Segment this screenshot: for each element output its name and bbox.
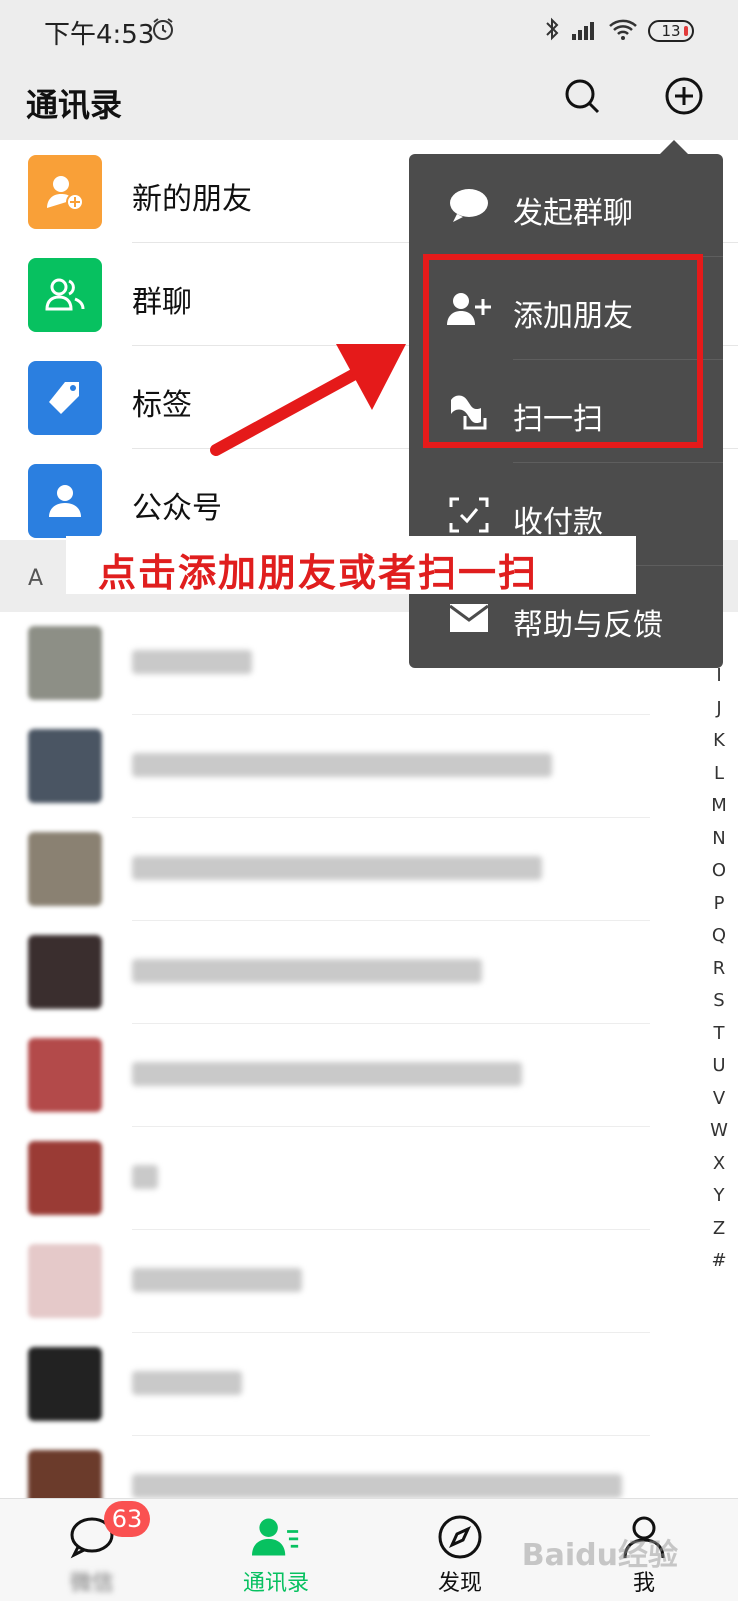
index-letter[interactable]: L xyxy=(700,758,738,791)
page-title: 通讯录 xyxy=(26,86,123,124)
tag-icon xyxy=(28,361,102,435)
watermark: Baidu经验 xyxy=(521,1538,678,1573)
contact-name-blurred xyxy=(132,650,252,674)
avatar xyxy=(28,1244,102,1318)
avatar xyxy=(28,935,102,1009)
avatar xyxy=(28,1038,102,1112)
battery-indicator: 13 xyxy=(648,20,694,42)
menu-item-label: 发起群聊 xyxy=(513,196,633,231)
mail-icon xyxy=(445,594,493,642)
annotation-text: 点击添加朋友或者扫一扫 xyxy=(98,550,539,595)
unread-badge: 63 xyxy=(104,1501,150,1537)
index-letter[interactable]: Y xyxy=(700,1180,738,1213)
index-letter[interactable]: V xyxy=(700,1083,738,1116)
index-letter[interactable]: S xyxy=(700,985,738,1018)
status-bar: 下午4:53 13 xyxy=(0,0,738,64)
avatar xyxy=(28,832,102,906)
index-letter[interactable]: P xyxy=(700,888,738,921)
avatar xyxy=(28,1141,102,1215)
tab-label: 微信 xyxy=(69,1571,114,1596)
menu-item-label: 收付款 xyxy=(513,505,603,540)
index-letter[interactable]: K xyxy=(700,725,738,758)
contact-name-blurred xyxy=(132,1268,302,1292)
compass-icon xyxy=(436,1513,484,1561)
index-letter[interactable]: W xyxy=(700,1115,738,1148)
contact-name-blurred xyxy=(132,856,542,880)
bluetooth-icon xyxy=(544,16,560,46)
index-letter[interactable]: N xyxy=(700,823,738,856)
payment-icon xyxy=(445,491,493,539)
menu-caret xyxy=(660,140,688,154)
row-label: 标签 xyxy=(132,388,192,423)
contact-row[interactable] xyxy=(0,921,650,1024)
add-friend-icon xyxy=(28,155,102,229)
contact-row[interactable] xyxy=(0,1024,650,1127)
index-letter[interactable]: Q xyxy=(700,920,738,953)
menu-item-start-group-chat[interactable]: 发起群聊 xyxy=(409,154,723,257)
group-icon xyxy=(28,258,102,332)
contacts-icon xyxy=(252,1513,300,1561)
highlight-box xyxy=(423,254,703,448)
chat-bubble-icon xyxy=(445,182,493,230)
contact-name-blurred xyxy=(132,959,482,983)
status-time: 下午4:53 xyxy=(44,20,155,50)
tab-contacts[interactable]: 通讯录 xyxy=(184,1499,368,1601)
row-label: 群聊 xyxy=(132,285,192,320)
index-letter[interactable]: # xyxy=(700,1245,738,1278)
alarm-icon xyxy=(150,16,176,46)
contact-row[interactable] xyxy=(0,1333,650,1436)
avatar xyxy=(28,626,102,700)
contact-name-blurred xyxy=(132,1371,242,1395)
section-letter: A xyxy=(28,566,44,591)
index-letter[interactable]: R xyxy=(700,953,738,986)
avatar xyxy=(28,1347,102,1421)
add-menu-icon[interactable] xyxy=(664,76,704,120)
contact-row[interactable] xyxy=(0,715,650,818)
tab-chats[interactable]: 63 微信 xyxy=(0,1499,184,1601)
contact-row[interactable] xyxy=(0,1127,650,1230)
contact-name-blurred xyxy=(132,1165,158,1189)
contact-row[interactable] xyxy=(0,818,650,921)
search-icon[interactable] xyxy=(562,76,602,120)
tab-label: 通讯录 xyxy=(242,1571,309,1596)
index-letter[interactable]: T xyxy=(700,1018,738,1051)
index-letter[interactable]: X xyxy=(700,1148,738,1181)
contact-name-blurred xyxy=(132,753,552,777)
index-letter[interactable]: J xyxy=(700,693,738,726)
alphabet-index[interactable]: I J K L M N O P Q R S T U V W X Y Z # xyxy=(700,660,738,1278)
index-letter[interactable]: O xyxy=(700,855,738,888)
menu-item-label: 帮助与反馈 xyxy=(513,608,663,643)
avatar xyxy=(28,729,102,803)
annotation-caption: 点击添加朋友或者扫一扫 xyxy=(66,536,636,595)
row-label: 公众号 xyxy=(132,491,222,526)
wifi-icon xyxy=(608,16,638,46)
index-letter[interactable]: Z xyxy=(700,1213,738,1246)
index-letter[interactable]: U xyxy=(700,1050,738,1083)
row-label: 新的朋友 xyxy=(132,182,252,217)
signal-icon xyxy=(570,16,598,46)
contact-name-blurred xyxy=(132,1062,522,1086)
header-bar: 通讯录 xyxy=(0,64,738,140)
battery-level: 13 xyxy=(661,22,681,40)
official-account-icon xyxy=(28,464,102,538)
contact-name-blurred xyxy=(132,1474,622,1498)
index-letter[interactable]: M xyxy=(700,790,738,823)
contact-row[interactable] xyxy=(0,1230,650,1333)
